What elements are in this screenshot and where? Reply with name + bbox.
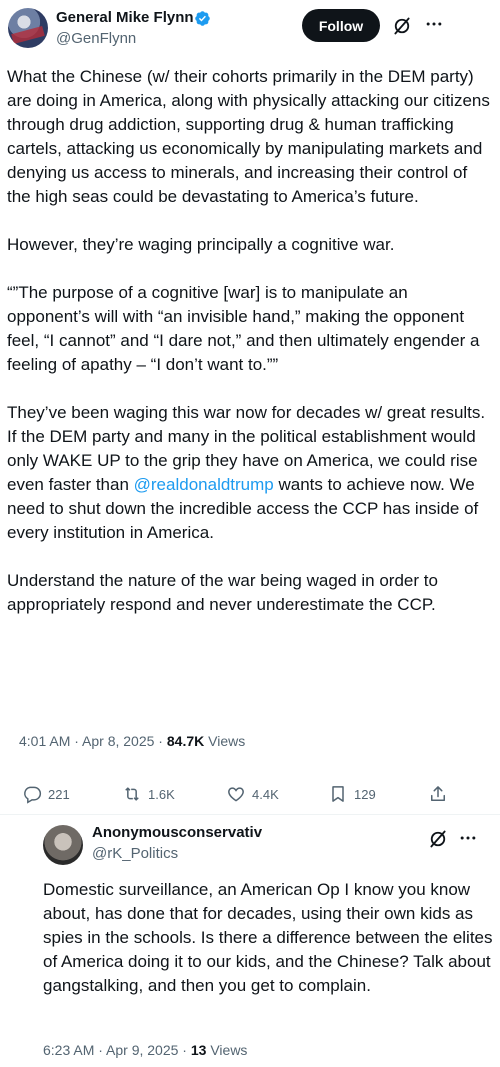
action-bar: 221 1.6K 4.4K 129 bbox=[0, 780, 500, 808]
paragraph-spacer bbox=[7, 209, 493, 233]
more-options-icon[interactable] bbox=[424, 14, 444, 34]
tweet-paragraph: “”The purpose of a cognitive [war] is to… bbox=[7, 283, 485, 374]
author-handle[interactable]: @GenFlynn bbox=[56, 30, 136, 47]
reply-avatar[interactable] bbox=[43, 825, 83, 865]
tweet-timestamp: 4:01 AM · Apr 8, 2025 · 84.7K Views bbox=[19, 733, 245, 749]
repost-button[interactable]: 1.6K bbox=[122, 780, 175, 808]
reply-text: Domestic surveillance, an American Op I … bbox=[43, 880, 493, 995]
bookmark-icon bbox=[332, 786, 344, 802]
reply-count: 221 bbox=[48, 786, 70, 802]
divider bbox=[0, 814, 500, 815]
repost-icon bbox=[125, 787, 139, 801]
avatar[interactable] bbox=[8, 8, 48, 48]
reply-button[interactable]: 221 bbox=[22, 780, 70, 808]
mention-link[interactable]: @realdonaldtrump bbox=[134, 475, 274, 494]
share-button[interactable] bbox=[428, 780, 448, 808]
author-name[interactable]: General Mike Flynn bbox=[56, 9, 194, 26]
timestamp-link[interactable]: 6:23 AM · Apr 9, 2025 · bbox=[43, 1042, 191, 1058]
share-icon bbox=[431, 786, 445, 801]
like-count: 4.4K bbox=[252, 786, 279, 802]
timestamp-link[interactable]: 4:01 AM · Apr 8, 2025 · bbox=[19, 733, 167, 749]
tweet-header: General Mike Flynn @GenFlynn Follow bbox=[0, 0, 500, 56]
reply-timestamp: 6:23 AM · Apr 9, 2025 · 13 Views bbox=[43, 1042, 247, 1058]
paragraph-spacer bbox=[7, 377, 493, 401]
tweet-paragraph: Understand the nature of the war being w… bbox=[7, 571, 443, 614]
reply-author-handle[interactable]: @rK_Politics bbox=[92, 845, 178, 862]
grok-icon[interactable] bbox=[392, 16, 412, 36]
views-label: Views bbox=[204, 733, 246, 749]
views-label: Views bbox=[206, 1042, 248, 1058]
bookmark-button[interactable]: 129 bbox=[328, 780, 376, 808]
repost-count: 1.6K bbox=[148, 786, 175, 802]
grok-icon[interactable] bbox=[428, 829, 448, 849]
like-button[interactable]: 4.4K bbox=[226, 780, 279, 808]
reply-icon bbox=[24, 786, 42, 804]
views-count: 84.7K bbox=[166, 733, 205, 749]
verified-badge-icon bbox=[195, 11, 210, 26]
paragraph-spacer bbox=[7, 545, 493, 569]
tweet-paragraph: They’ve been waging this war now for dec… bbox=[7, 401, 493, 545]
tweet-paragraph: However, they’re waging principally a co… bbox=[7, 235, 395, 254]
bookmark-count: 129 bbox=[354, 786, 376, 802]
paragraph-spacer bbox=[7, 257, 493, 281]
tweet-text: What the Chinese (w/ their cohorts prima… bbox=[7, 65, 493, 617]
views-count: 13 bbox=[190, 1042, 207, 1058]
reply-author-name[interactable]: Anonymousconservativ bbox=[92, 824, 262, 841]
follow-button[interactable]: Follow bbox=[302, 9, 380, 42]
tweet-paragraph: What the Chinese (w/ their cohorts prima… bbox=[7, 67, 495, 206]
more-options-icon[interactable] bbox=[458, 828, 478, 848]
heart-icon bbox=[228, 787, 244, 802]
